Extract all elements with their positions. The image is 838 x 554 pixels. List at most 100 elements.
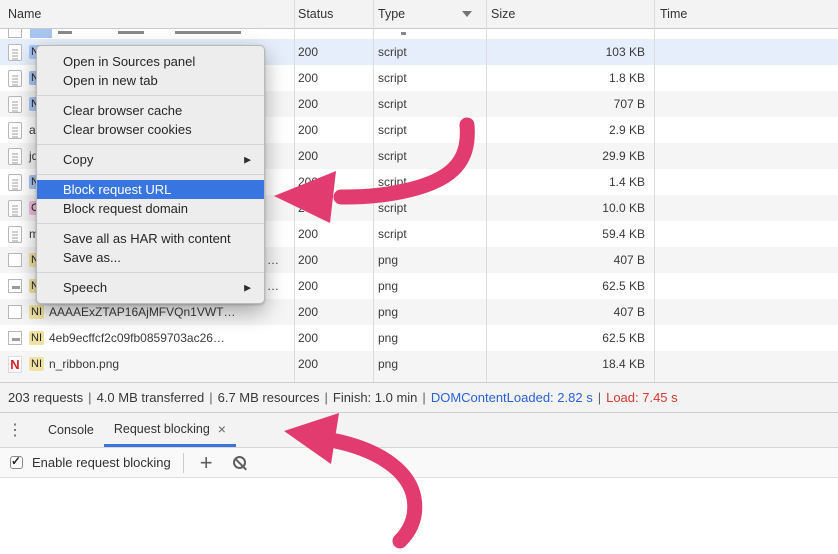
image-blank-icon [8, 305, 22, 319]
column-header-name[interactable]: Name [8, 0, 41, 28]
type-cell: png [378, 273, 398, 299]
size-cell: 103 KB [486, 39, 645, 65]
menu-separator [37, 144, 264, 145]
status-cell: 200 [298, 91, 318, 117]
status-cell: 200 [298, 273, 318, 299]
script-doc-icon [8, 174, 22, 191]
menu-item-clear-browser-cookies[interactable]: Clear browser cookies [37, 120, 264, 139]
column-header-type[interactable]: Type [378, 0, 405, 28]
column-divider[interactable] [294, 0, 295, 382]
menu-item-block-request-domain[interactable]: Block request domain [37, 199, 264, 218]
request-name-ellipsis: … [267, 273, 279, 299]
type-cell: script [378, 91, 407, 117]
sort-descending-icon [462, 11, 472, 17]
type-cell: script [378, 39, 407, 65]
name-highlight-badge: NI [29, 331, 44, 345]
tab-request-blocking[interactable]: Request blocking × [104, 413, 236, 447]
script-doc-icon [8, 96, 22, 113]
network-summary-bar: 203 requests | 4.0 MB transferred | 6.7 MB r… [0, 382, 838, 413]
size-cell: 62.5 KB [486, 273, 645, 299]
type-cell: png [378, 325, 398, 351]
menu-item-open-in-sources-panel[interactable]: Open in Sources panel [37, 52, 264, 71]
menu-item-block-request-url[interactable]: Block request URL [37, 180, 264, 199]
request-blocking-content: Requests are not blocked.Add pattern. [0, 478, 838, 554]
type-cell: script [378, 65, 407, 91]
name-highlight-badge: NI [29, 305, 44, 319]
clipped-row-text-fragment [118, 31, 144, 34]
drawer-tab-bar: ⋮ Console Request blocking × [0, 413, 838, 448]
column-divider[interactable] [654, 0, 655, 382]
script-doc-icon [8, 200, 22, 217]
summary-separator: | [324, 390, 327, 405]
status-cell: 200 [298, 39, 318, 65]
request-name: n_ribbon.png [49, 357, 119, 371]
summary-separator: | [209, 390, 212, 405]
menu-separator [37, 174, 264, 175]
size-cell: 1.4 KB [486, 169, 645, 195]
request-name-cell[interactable]: NI4eb9ecffcf2c09fb0859703ac26… [0, 325, 294, 351]
size-cell: 29.9 KB [486, 143, 645, 169]
status-cell: 200 [298, 117, 318, 143]
status-cell: 200 [298, 169, 318, 195]
type-cell: png [378, 247, 398, 273]
tab-console[interactable]: Console [38, 413, 104, 447]
size-cell: 62.5 KB [486, 325, 645, 351]
summary-segment: 4.0 MB transferred [97, 390, 205, 405]
summary-segment: 203 requests [8, 390, 83, 405]
enable-request-blocking-checkbox[interactable]: ✓ [10, 456, 23, 469]
summary-segment: 6.7 MB resources [218, 390, 320, 405]
request-name: AAAAExZTAP16AjMFVQn1VWT… [49, 305, 236, 319]
network-request-row[interactable]: NI4eb9ecffcf2c09fb0859703ac26…200png62.5… [0, 325, 838, 351]
script-doc-icon [8, 70, 22, 87]
add-pattern-icon[interactable]: + [200, 453, 213, 473]
size-cell: 1.8 KB [486, 65, 645, 91]
network-table-header: Name Status Type Size Time [0, 0, 838, 29]
request-blocking-toolbar: ✓ Enable request blocking + [0, 448, 838, 478]
size-cell: 407 B [486, 299, 645, 325]
close-tab-icon[interactable]: × [218, 421, 226, 437]
summary-separator: | [88, 390, 91, 405]
remove-all-patterns-icon[interactable] [233, 456, 246, 469]
column-header-time[interactable]: Time [660, 0, 687, 28]
menu-item-save-as[interactable]: Save as... [37, 248, 264, 267]
script-doc-icon [8, 148, 22, 165]
drawer-menu-kebab-icon[interactable]: ⋮ [0, 413, 30, 447]
size-cell: 2.9 KB [486, 117, 645, 143]
size-cell: 407 B [486, 247, 645, 273]
request-name-cell[interactable]: NNIn_ribbon.png [0, 351, 294, 377]
status-cell: 200 [298, 299, 318, 325]
script-doc-icon [8, 226, 22, 243]
menu-item-speech[interactable]: Speech▶ [37, 278, 264, 297]
clipped-row-text-fragment [175, 31, 241, 34]
column-header-status[interactable]: Status [298, 0, 333, 28]
menu-item-clear-browser-cache[interactable]: Clear browser cache [37, 101, 264, 120]
clipped-row-text-fragment [58, 31, 72, 34]
request-name-ellipsis: … [267, 247, 279, 273]
script-doc-icon [8, 44, 22, 61]
script-doc-icon [8, 122, 22, 139]
type-cell: png [378, 351, 398, 377]
image-blank-icon [8, 253, 22, 267]
size-cell: 707 B [486, 91, 645, 117]
menu-item-copy[interactable]: Copy▶ [37, 150, 264, 169]
checkmark-icon: ✓ [11, 454, 21, 468]
type-cell: script [378, 221, 407, 247]
clipped-row-badge-fragment [30, 29, 52, 38]
summary-segment[interactable]: Load: 7.45 s [606, 390, 678, 405]
column-divider[interactable] [486, 0, 487, 382]
network-request-row[interactable]: NNIn_ribbon.png200png18.4 KB [0, 351, 838, 377]
status-cell: 200 [298, 143, 318, 169]
status-cell: 200 [298, 247, 318, 273]
summary-segment[interactable]: DOMContentLoaded: 2.82 s [431, 390, 593, 405]
summary-separator: | [422, 390, 425, 405]
netflix-n-icon: N [8, 356, 22, 373]
menu-item-open-in-new-tab[interactable]: Open in new tab [37, 71, 264, 90]
status-cell: 200 [298, 65, 318, 91]
type-cell: png [378, 299, 398, 325]
column-divider[interactable] [373, 0, 374, 382]
clipped-row-text-fragment [401, 32, 406, 35]
menu-separator [37, 223, 264, 224]
column-header-size[interactable]: Size [491, 0, 515, 28]
menu-item-save-all-as-har-with-content[interactable]: Save all as HAR with content [37, 229, 264, 248]
status-cell: 200 [298, 221, 318, 247]
